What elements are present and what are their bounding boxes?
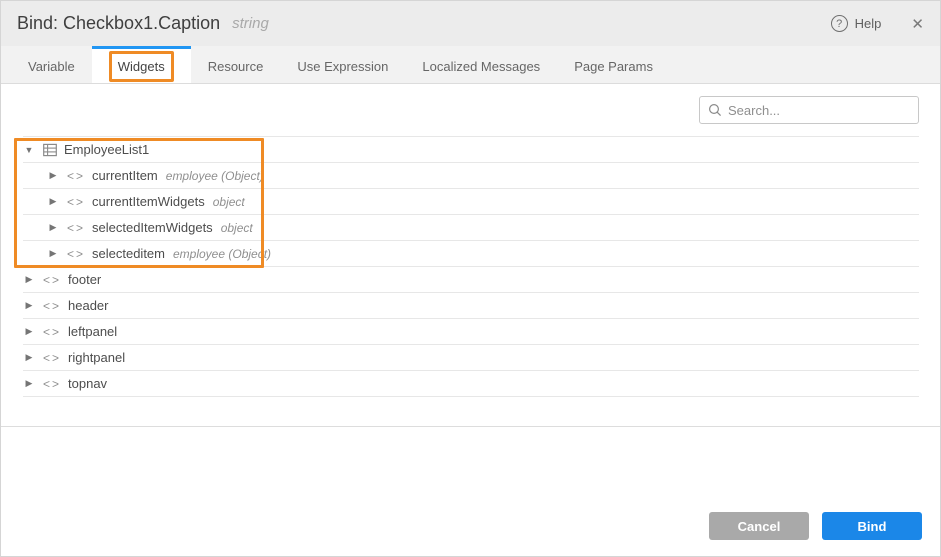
tab-use-expression[interactable]: Use Expression [280,46,405,83]
tree-row-employeelist1[interactable]: ▼ EmployeeList1 [23,137,919,163]
expand-arrow-icon[interactable]: ▶ [47,222,59,233]
tree-node-label: topnav [68,376,107,391]
tab-label: Widgets [109,51,174,82]
tree-row-footer[interactable]: ▶ <> footer [23,267,919,293]
search-input[interactable] [728,103,910,118]
tree-row-header[interactable]: ▶ <> header [23,293,919,319]
tab-resource[interactable]: Resource [191,46,281,83]
expand-arrow-icon[interactable]: ▶ [47,248,59,259]
tab-label: Resource [208,59,264,74]
tree-node-label: footer [68,272,101,287]
expand-arrow-icon[interactable]: ▶ [47,170,59,181]
tree-row-rightpanel[interactable]: ▶ <> rightpanel [23,345,919,371]
tree-node-type-hint: employee (Object) [173,247,271,261]
search-box[interactable] [699,96,919,124]
tab-page-params[interactable]: Page Params [557,46,670,83]
tab-label: Localized Messages [422,59,540,74]
tree-row-topnav[interactable]: ▶ <> topnav [23,371,919,397]
expand-arrow-icon[interactable]: ▶ [23,378,35,389]
tree-node-label: rightpanel [68,350,125,365]
section-divider [1,426,940,427]
tab-label: Page Params [574,59,653,74]
help-button[interactable]: ? Help [831,15,882,32]
tree-node-label: currentItemWidgets [92,194,205,209]
angle-brackets-icon: <> [43,300,61,312]
tree-node-label: selecteditem [92,246,165,261]
close-icon[interactable]: ✕ [911,15,924,33]
tab-variable[interactable]: Variable [11,46,92,83]
expand-arrow-icon[interactable]: ▶ [23,274,35,285]
expand-arrow-icon[interactable]: ▶ [23,300,35,311]
angle-brackets-icon: <> [43,274,61,286]
tree-node-label: EmployeeList1 [64,142,149,157]
tab-widgets[interactable]: Widgets [92,46,191,83]
expand-arrow-icon[interactable]: ▶ [23,352,35,363]
angle-brackets-icon: <> [43,378,61,390]
footer-actions: Cancel Bind [709,512,922,540]
tree-node-type-hint: object [221,221,253,235]
tab-localized-messages[interactable]: Localized Messages [405,46,557,83]
tree-row-leftpanel[interactable]: ▶ <> leftpanel [23,319,919,345]
tree-node-label: currentItem [92,168,158,183]
tree-row-selecteditem[interactable]: ▶ <> selecteditem employee (Object) [23,241,919,267]
angle-brackets-icon: <> [43,352,61,364]
tree-node-label: header [68,298,108,313]
tree-row-currentitemwidgets[interactable]: ▶ <> currentItemWidgets object [23,189,919,215]
angle-brackets-icon: <> [67,196,85,208]
collapse-arrow-icon[interactable]: ▼ [23,145,35,155]
tab-bar: Variable Widgets Resource Use Expression Loc… [1,46,940,84]
tab-label: Use Expression [297,59,388,74]
angle-brackets-icon: <> [67,222,85,234]
dialog-header: Bind: Checkbox1.Caption string ? Help ✕ [1,1,940,46]
tree-node-label: leftpanel [68,324,117,339]
cancel-button[interactable]: Cancel [709,512,809,540]
bind-type-hint: string [232,15,269,32]
tree-row-currentitem[interactable]: ▶ <> currentItem employee (Object) [23,163,919,189]
angle-brackets-icon: <> [67,170,85,182]
angle-brackets-icon: <> [67,248,85,260]
tab-label: Variable [28,59,75,74]
tree-node-type-hint: employee (Object) [166,169,264,183]
search-icon [708,103,722,117]
widget-tree: ▼ EmployeeList1 ▶ <> currentItem employee (Ob… [23,136,919,397]
dialog-title: Bind: Checkbox1.Caption [17,13,220,34]
bind-dialog: Bind: Checkbox1.Caption string ? Help ✕ … [0,0,941,557]
angle-brackets-icon: <> [43,326,61,338]
tree-node-label: selectedItemWidgets [92,220,213,235]
expand-arrow-icon[interactable]: ▶ [23,326,35,337]
tree-row-selecteditemwidgets[interactable]: ▶ <> selectedItemWidgets object [23,215,919,241]
expand-arrow-icon[interactable]: ▶ [47,196,59,207]
bind-button[interactable]: Bind [822,512,922,540]
help-icon: ? [831,15,848,32]
tree-node-type-hint: object [213,195,245,209]
list-widget-icon [43,143,57,157]
help-label: Help [855,16,882,31]
